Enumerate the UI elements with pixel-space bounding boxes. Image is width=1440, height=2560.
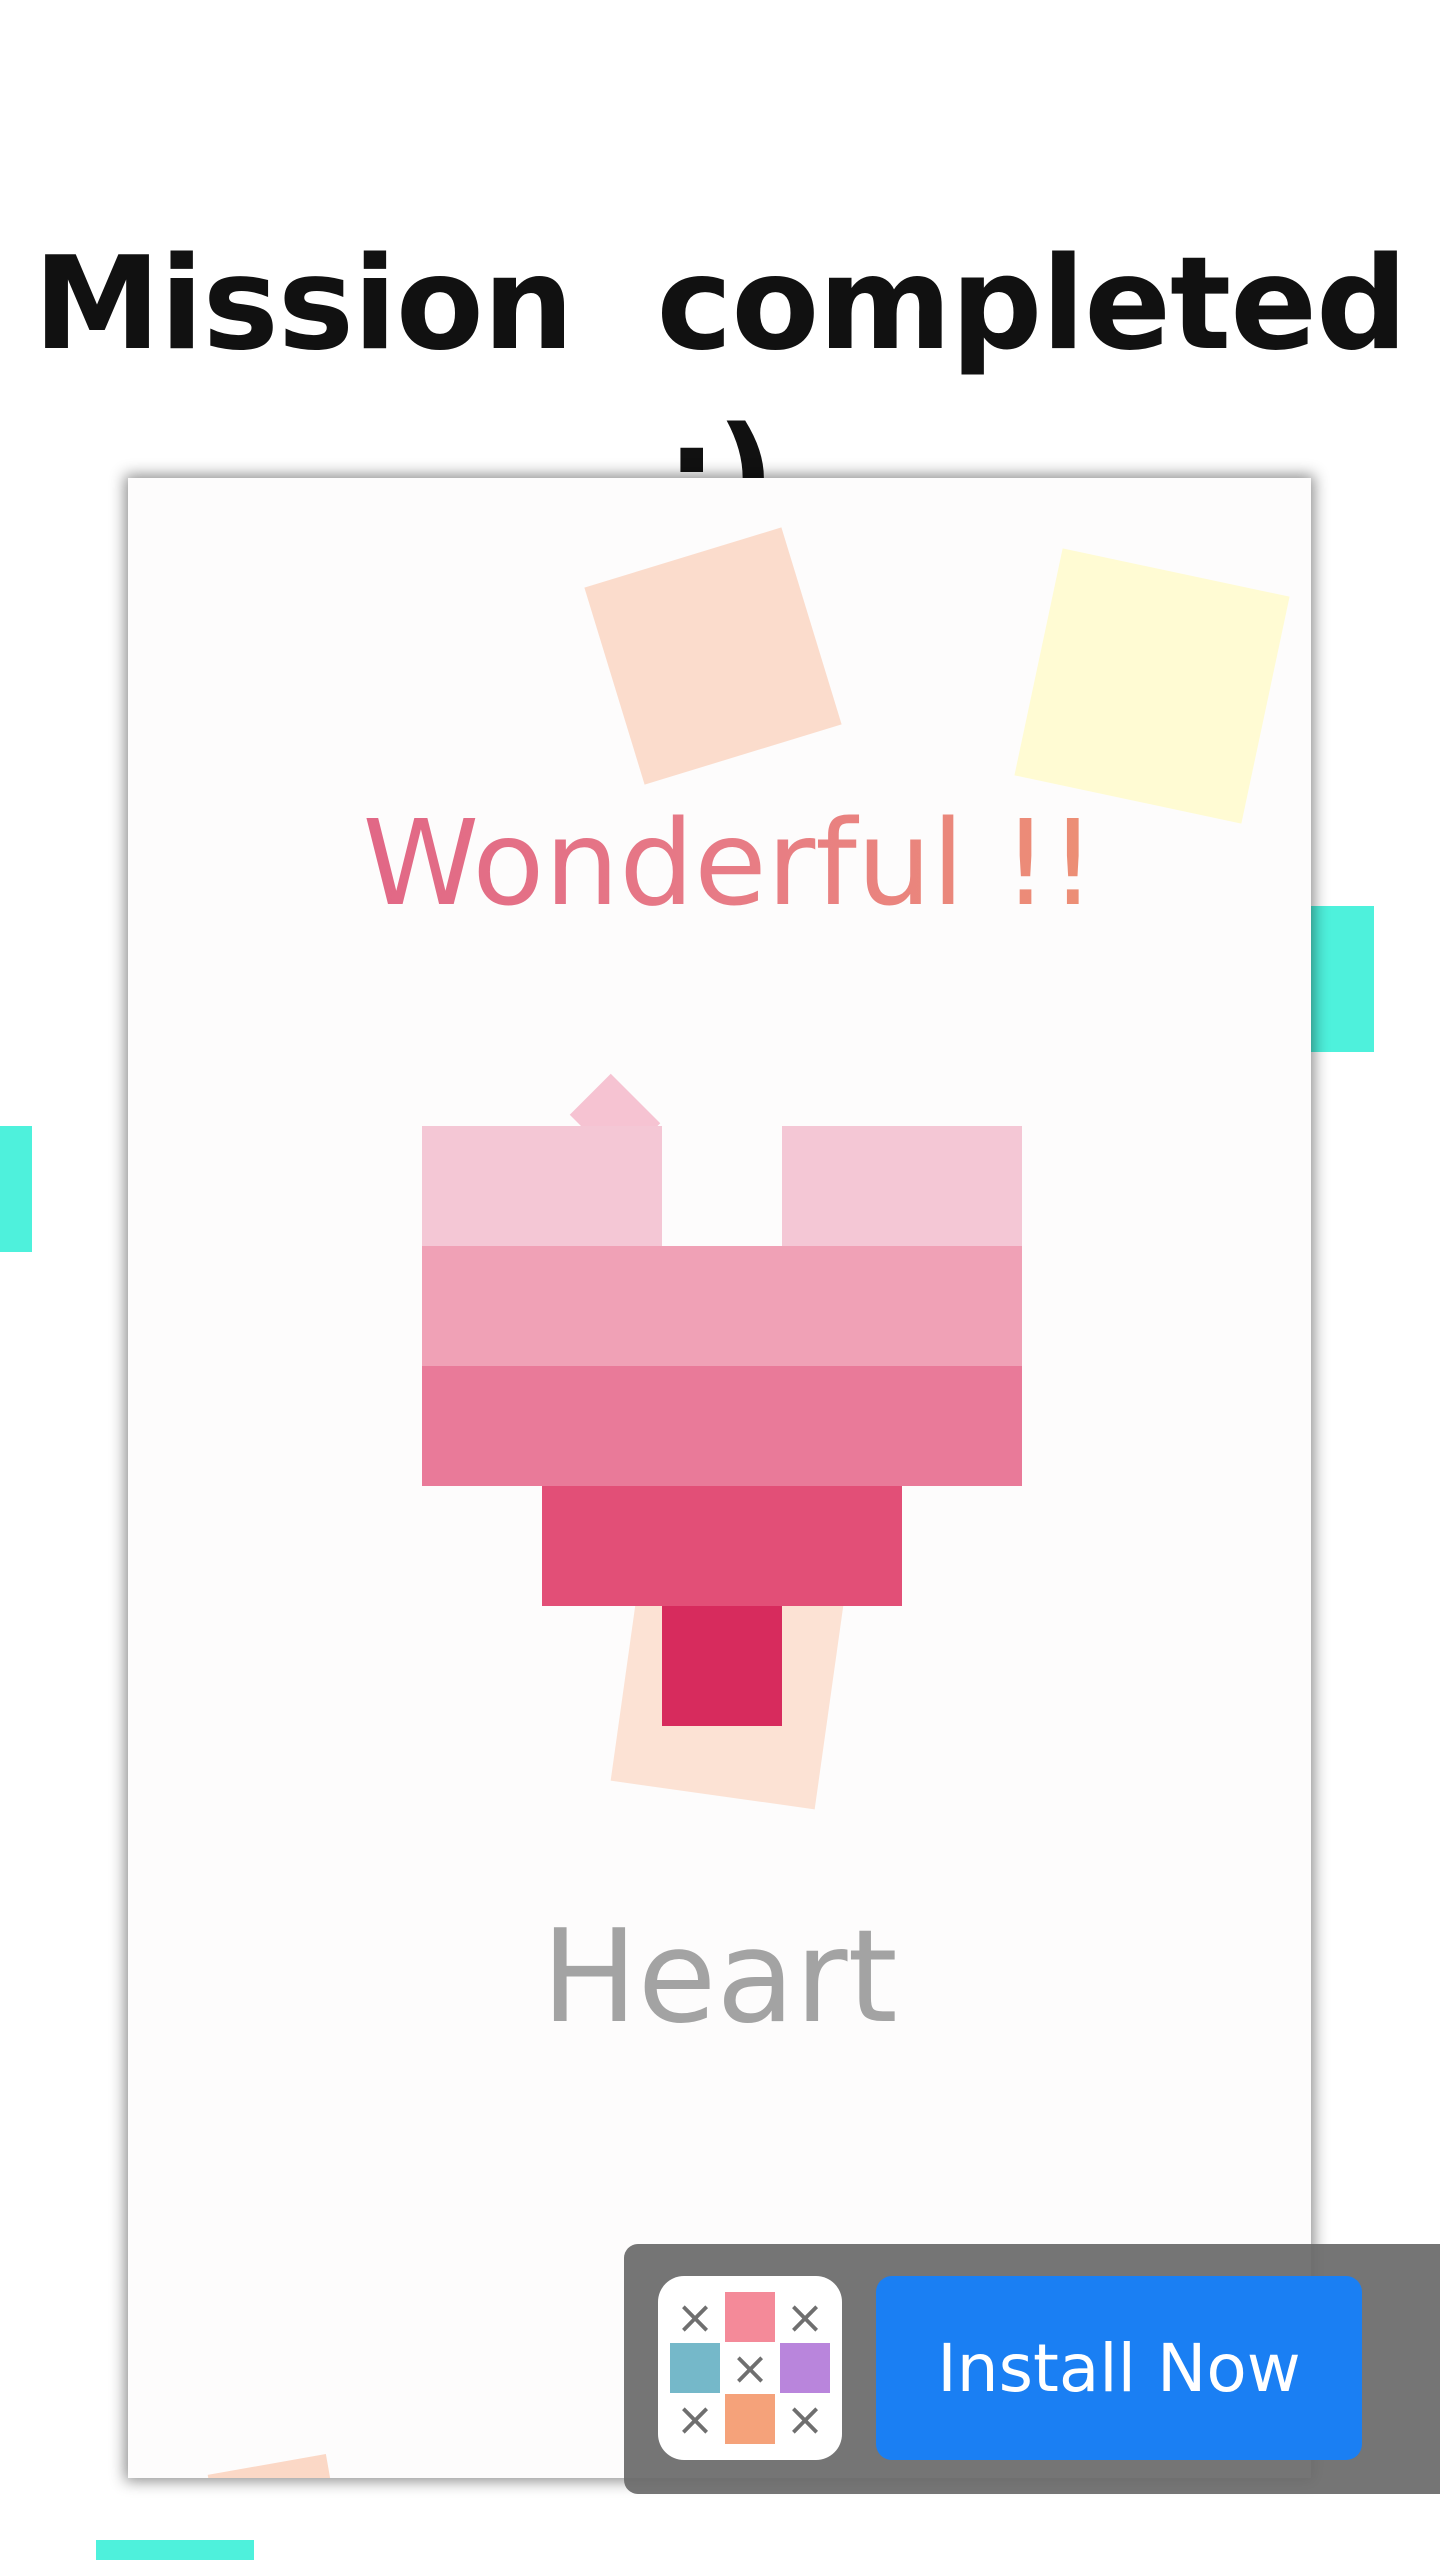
heart-row-3 <box>422 1366 1022 1486</box>
confetti-teal-bottom <box>96 2540 254 2560</box>
icon-cell-x: × <box>675 2290 715 2344</box>
puzzle-name: Heart <box>541 1903 898 2052</box>
confetti-peach-corner <box>207 2454 337 2478</box>
icon-cell-orange <box>725 2394 775 2444</box>
confetti-peach-square <box>584 527 842 785</box>
heart-row-2 <box>422 1246 1022 1366</box>
heart-row-5 <box>662 1606 782 1726</box>
ad-banner[interactable]: × × × × × Install Now <box>624 2244 1440 2494</box>
success-message: Wonderful !! <box>128 788 1311 938</box>
icon-cell-x: × <box>730 2341 770 2395</box>
icon-cell-pink <box>725 2292 775 2342</box>
heart-row-4 <box>542 1486 902 1606</box>
app-icon[interactable]: × × × × × <box>658 2276 842 2460</box>
confetti-teal-right <box>1308 906 1374 1052</box>
icon-cell-purple <box>780 2343 830 2393</box>
icon-cell-teal <box>670 2343 720 2393</box>
confetti-teal-left <box>0 1126 32 1252</box>
result-card: Wonderful !! Heart <box>128 478 1311 2478</box>
icon-cell-x: × <box>675 2392 715 2446</box>
heart-row-1-left <box>422 1126 662 1246</box>
install-now-button[interactable]: Install Now <box>876 2276 1362 2460</box>
heart-row-1-right <box>782 1126 1022 1246</box>
confetti-yellow-square <box>1014 548 1290 824</box>
icon-cell-x: × <box>785 2392 825 2446</box>
icon-cell-x: × <box>785 2290 825 2344</box>
